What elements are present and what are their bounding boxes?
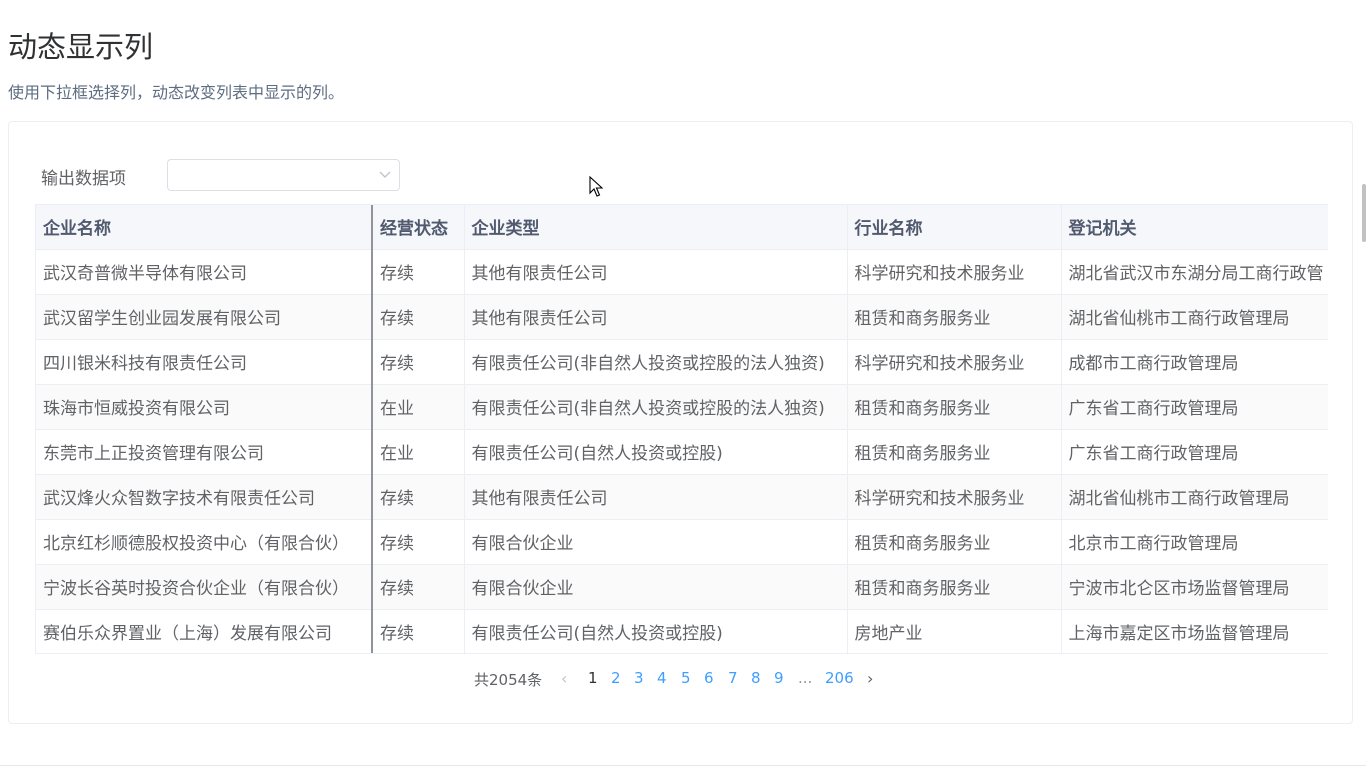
cell-industry: 租赁和商务服务业 [847, 564, 1062, 610]
page-number[interactable]: 5 [681, 669, 691, 687]
cell-status: 在业 [372, 429, 465, 475]
cell-registration-authority: 湖北省仙桃市工商行政管理局 [1061, 294, 1328, 340]
table-row[interactable]: 武汉留学生创业园发展有限公司 存续 其他有限责任公司 租赁和商务服务业 湖北省仙桃市工商… [36, 294, 1328, 340]
table-header-row: 企业名称 经营状态 企业类型 行业名称 登记机关 [36, 205, 1328, 250]
cell-company-name: 赛伯乐众界置业（上海）发展有限公司 [36, 609, 373, 653]
cell-status: 在业 [372, 384, 465, 430]
cell-company-type: 其他有限责任公司 [464, 294, 848, 340]
cell-registration-authority: 北京市工商行政管理局 [1061, 519, 1328, 565]
cell-registration-authority: 广东省工商行政管理局 [1061, 384, 1328, 430]
page-number[interactable]: 8 [751, 669, 761, 687]
column-header-registration-authority[interactable]: 登记机关 [1061, 205, 1328, 250]
page-number[interactable]: 3 [634, 669, 644, 687]
cell-industry: 房地产业 [847, 609, 1062, 653]
cell-industry: 科学研究和技术服务业 [847, 474, 1062, 520]
cell-company-name: 武汉留学生创业园发展有限公司 [36, 294, 373, 340]
cell-industry: 科学研究和技术服务业 [847, 249, 1062, 295]
company-table: 企业名称 经营状态 企业类型 行业名称 登记机关 武汉奇普微半导体有限公司 存续其… [35, 204, 1328, 654]
cell-registration-authority: 成都市工商行政管理局 [1061, 339, 1328, 385]
chevron-down-icon [379, 171, 391, 178]
cell-industry: 租赁和商务服务业 [847, 294, 1062, 340]
table-row[interactable]: 北京红杉顺德股权投资中心（有限合伙） 存续 有限合伙企业 租赁和商务服务业 北京市工商行… [36, 519, 1328, 565]
cell-company-type: 有限合伙企业 [464, 519, 848, 565]
mouse-pointer-icon [589, 176, 603, 197]
cell-industry: 租赁和商务服务业 [847, 384, 1062, 430]
cell-company-name: 四川银米科技有限责任公司 [36, 339, 373, 385]
cell-company-type: 其他有限责任公司 [464, 474, 848, 520]
output-fields-select[interactable] [167, 159, 400, 191]
column-header-company-name[interactable]: 企业名称 [36, 205, 373, 250]
cell-company-type: 其他有限责任公司 [464, 249, 848, 295]
column-header-status[interactable]: 经营状态 [372, 205, 465, 250]
cell-company-type: 有限责任公司(非自然人投资或控股的法人独资) [464, 339, 848, 385]
table-row[interactable]: 珠海市恒威投资有限公司 在业 有限责任公司(非自然人投资或控股的法人独资) 租赁和商务… [36, 384, 1328, 430]
page-number[interactable]: 7 [728, 669, 738, 687]
page-number[interactable]: 6 [704, 669, 714, 687]
cell-registration-authority: 上海市嘉定区市场监督管理局 [1061, 609, 1328, 653]
cell-registration-authority: 广东省工商行政管理局 [1061, 429, 1328, 475]
cell-company-type: 有限责任公司(自然人投资或控股) [464, 609, 848, 653]
divider [0, 765, 1366, 766]
demo-card: 输出数据项 企业名称 经营状态 企业类型 行业名称 登记机关 武汉奇普微半导体有… [8, 121, 1353, 724]
cell-status: 存续 [372, 474, 465, 520]
output-fields-label: 输出数据项 [41, 169, 126, 189]
table-row[interactable]: 四川银米科技有限责任公司 存续 有限责任公司(非自然人投资或控股的法人独资) 科学研究… [36, 339, 1328, 385]
pagination-ellipsis[interactable]: ... [798, 669, 812, 687]
page-title: 动态显示列 [8, 30, 154, 64]
table-row[interactable]: 东莞市上正投资管理有限公司 在业 有限责任公司(自然人投资或控股) 租赁和商务服务业广… [36, 429, 1328, 475]
cell-company-name: 北京红杉顺德股权投资中心（有限合伙） [36, 519, 373, 565]
page-number[interactable]: 2 [611, 669, 621, 687]
pagination: 共2054条 ‹ 1 2 3 4 5 6 7 8 9 ... 206 › [9, 669, 1352, 689]
next-page-icon[interactable]: › [867, 669, 873, 688]
table-row[interactable]: 武汉烽火众智数字技术有限责任公司 存续 其他有限责任公司 科学研究和技术服务业 湖北省仙… [36, 474, 1328, 520]
cell-company-type: 有限责任公司(自然人投资或控股) [464, 429, 848, 475]
cell-company-name: 武汉烽火众智数字技术有限责任公司 [36, 474, 373, 520]
cell-company-name: 东莞市上正投资管理有限公司 [36, 429, 373, 475]
cell-company-type: 有限合伙企业 [464, 564, 848, 610]
table-row[interactable]: 宁波长谷英时投资合伙企业（有限合伙） 存续 有限合伙企业 租赁和商务服务业 宁波市北仑区… [36, 564, 1328, 610]
table-row[interactable]: 武汉奇普微半导体有限公司 存续 其他有限责任公司 科学研究和技术服务业 湖北省武汉市东湖… [36, 249, 1328, 295]
column-header-company-type[interactable]: 企业类型 [464, 205, 848, 250]
page-description: 使用下拉框选择列，动态改变列表中显示的列。 [8, 83, 345, 102]
cell-status: 存续 [372, 519, 465, 565]
cell-status: 存续 [372, 609, 465, 653]
cell-industry: 科学研究和技术服务业 [847, 339, 1062, 385]
cell-registration-authority: 湖北省仙桃市工商行政管理局 [1061, 474, 1328, 520]
cell-industry: 租赁和商务服务业 [847, 429, 1062, 475]
cell-status: 存续 [372, 339, 465, 385]
pagination-total: 共2054条 [474, 671, 543, 689]
cell-company-name: 珠海市恒威投资有限公司 [36, 384, 373, 430]
cell-status: 存续 [372, 249, 465, 295]
page-number[interactable]: 1 [588, 669, 598, 687]
cell-company-name: 宁波长谷英时投资合伙企业（有限合伙） [36, 564, 373, 610]
page-number[interactable]: 4 [657, 669, 667, 687]
cell-status: 存续 [372, 564, 465, 610]
cell-industry: 租赁和商务服务业 [847, 519, 1062, 565]
prev-page-icon[interactable]: ‹ [561, 669, 567, 688]
page-number[interactable]: 9 [774, 669, 784, 687]
cell-registration-authority: 湖北省武汉市东湖分局工商行政管 [1061, 249, 1328, 295]
page-number-last[interactable]: 206 [825, 669, 854, 687]
table-row[interactable]: 赛伯乐众界置业（上海）发展有限公司 存续 有限责任公司(自然人投资或控股) 房地产业上… [36, 609, 1328, 653]
cell-company-name: 武汉奇普微半导体有限公司 [36, 249, 373, 295]
page-scrollbar[interactable] [1362, 184, 1366, 242]
column-header-industry[interactable]: 行业名称 [847, 205, 1062, 250]
cell-registration-authority: 宁波市北仑区市场监督管理局 [1061, 564, 1328, 610]
cell-status: 存续 [372, 294, 465, 340]
cell-company-type: 有限责任公司(非自然人投资或控股的法人独资) [464, 384, 848, 430]
